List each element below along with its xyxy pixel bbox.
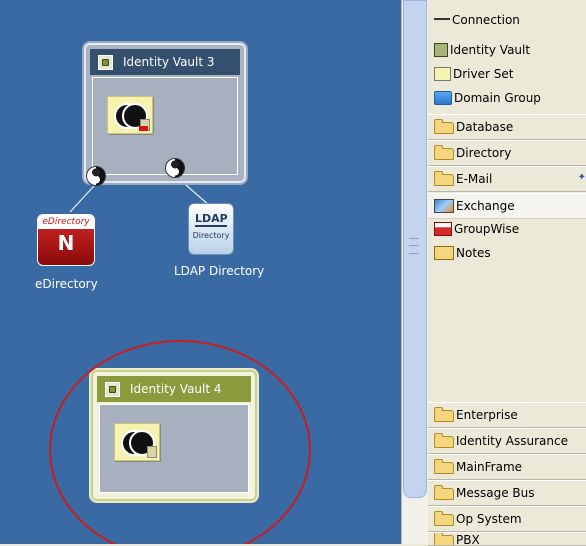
notes-icon — [434, 246, 454, 260]
pin-icon[interactable]: ✦ — [578, 172, 586, 183]
ldap-badge-top: LDAP — [195, 212, 228, 227]
drawer-database[interactable]: Database — [428, 114, 586, 140]
identity-vault-3[interactable]: Identity Vault 3 — [84, 43, 246, 183]
groupwise-icon — [434, 222, 452, 236]
driver-connector-icon[interactable] — [165, 158, 185, 178]
highlight-circle — [49, 340, 311, 544]
ldap-directory-label: LDAP Directory — [174, 264, 265, 278]
domain-group-icon — [434, 91, 452, 105]
folder-open-icon — [434, 407, 454, 422]
drawer-op-system[interactable]: Op System — [428, 506, 586, 532]
palette-item-driver-set[interactable]: Driver Set — [428, 62, 586, 86]
identity-vault-icon — [98, 54, 113, 70]
ldap-directory-app[interactable]: LDAP Directory — [188, 203, 234, 255]
palette-item-connection[interactable]: Connection — [428, 8, 586, 32]
exchange-icon — [434, 199, 454, 213]
palette-item-notes[interactable]: Notes — [428, 241, 586, 265]
vault-3-header[interactable]: Identity Vault 3 — [90, 49, 240, 75]
palette-item-groupwise[interactable]: GroupWise — [428, 217, 586, 241]
folder-open-icon — [434, 433, 454, 448]
palette-item-domain-group[interactable]: Domain Group — [428, 86, 586, 110]
component-palette: Connection Identity Vault Driver Set Dom… — [428, 0, 586, 546]
driver-set-icon — [434, 67, 451, 81]
drawer-identity-assurance[interactable]: Identity Assurance — [428, 428, 586, 454]
designer-canvas[interactable]: Identity Vault 3 eDirectory N eDirectory… — [0, 0, 401, 544]
folder-open-icon — [434, 533, 454, 545]
folder-open-icon — [434, 485, 454, 500]
folder-open-icon — [434, 511, 454, 526]
scrollbar-grip[interactable] — [409, 238, 419, 254]
drawer-mainframe[interactable]: MainFrame — [428, 454, 586, 480]
folder-open-icon — [434, 119, 454, 134]
driver-connector-icon[interactable] — [86, 166, 106, 186]
folder-open-icon — [434, 171, 454, 186]
palette-item-exchange[interactable]: Exchange — [428, 193, 586, 219]
identity-vault-icon — [434, 43, 448, 57]
drawer-directory[interactable]: Directory — [428, 140, 586, 166]
drawer-enterprise[interactable]: Enterprise — [428, 402, 586, 428]
drawer-message-bus[interactable]: Message Bus — [428, 480, 586, 506]
edirectory-badge-top: eDirectory — [38, 215, 94, 229]
edirectory-app[interactable]: eDirectory N — [37, 214, 95, 266]
drawer-email[interactable]: E-Mail ✦ — [428, 166, 586, 192]
connection-icon — [434, 18, 450, 24]
error-marker — [139, 126, 148, 131]
edirectory-logo-letter: N — [57, 231, 75, 255]
folder-open-icon — [434, 145, 454, 160]
ldap-badge-bottom: Directory — [192, 231, 230, 240]
edirectory-label: eDirectory — [35, 277, 98, 291]
palette-item-identity-vault[interactable]: Identity Vault — [428, 38, 586, 62]
folder-open-icon — [434, 459, 454, 474]
vault-3-title: Identity Vault 3 — [123, 55, 215, 69]
vault-3-body[interactable] — [92, 77, 238, 175]
